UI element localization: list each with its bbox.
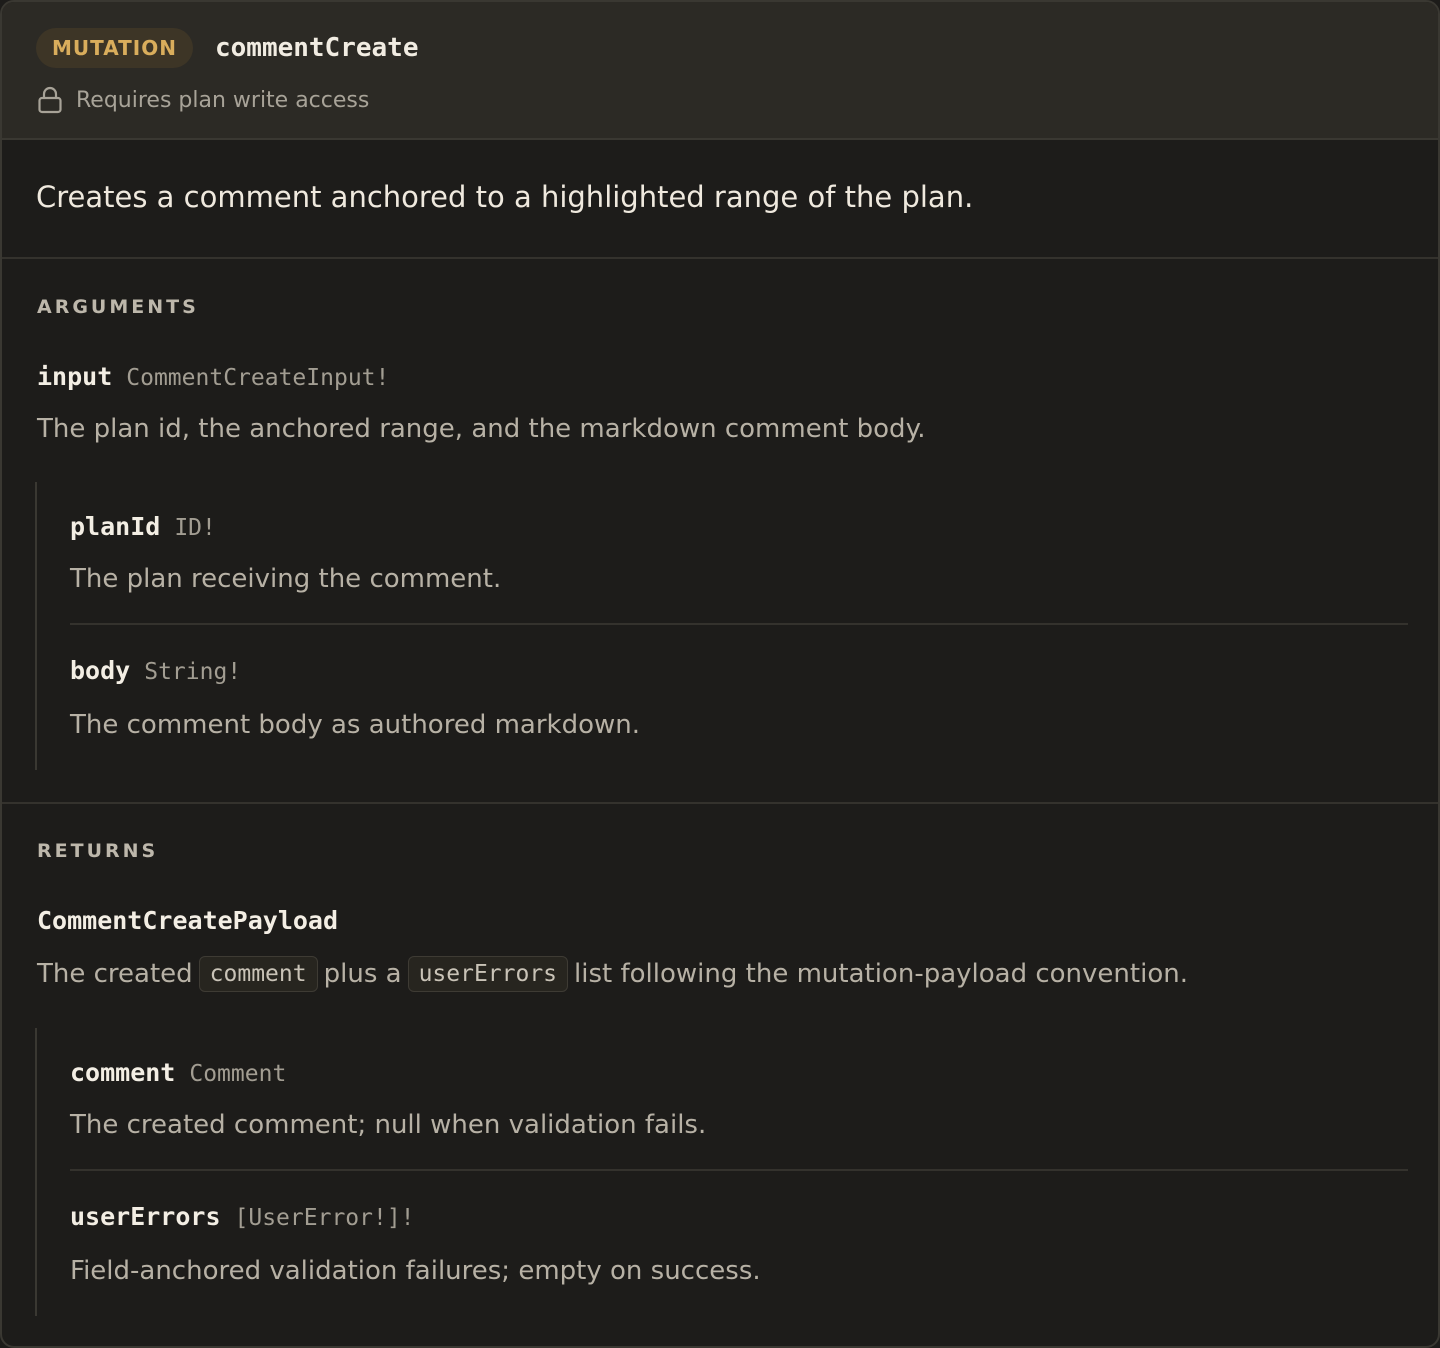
field-name: planId: [70, 512, 161, 541]
field-divider: [70, 623, 1408, 625]
return-type-name: CommentCreatePayload: [37, 906, 339, 935]
return-desc-text: plus a: [323, 959, 402, 989]
return-type-head: CommentCreatePayload: [37, 906, 338, 935]
operation-name: commentCreate: [214, 33, 419, 63]
field-description: Field-anchored validation failures; empt…: [70, 1256, 761, 1286]
inline-code-user-errors: userErrors: [407, 956, 569, 992]
section-divider: [2, 802, 1438, 804]
argument-description: The plan id, the anchored range, and the…: [37, 414, 926, 444]
return-description: The created comment plus a userErrors li…: [37, 956, 1188, 992]
arguments-heading: ARGUMENTS: [37, 296, 199, 318]
field-type: ID!: [174, 515, 216, 541]
mutation-doc-card: MUTATION commentCreate Requires plan wri…: [0, 0, 1440, 1348]
nested-fields-bar: [35, 1028, 37, 1316]
field-description: The comment body as authored markdown.: [70, 710, 641, 740]
inline-code-comment: comment: [198, 956, 318, 992]
access-requirement: Requires plan write access: [36, 84, 369, 116]
field-name: comment: [70, 1058, 176, 1087]
field-divider: [70, 1169, 1408, 1171]
input-field-plan-id-head: planId ID!: [70, 512, 216, 541]
mutation-header: MUTATION commentCreate Requires plan wri…: [2, 2, 1438, 140]
header-title-row: MUTATION commentCreate: [36, 28, 418, 68]
mutation-summary: Creates a comment anchored to a highligh…: [36, 180, 974, 214]
mutation-badge: MUTATION: [36, 28, 193, 68]
nested-fields-bar: [35, 482, 37, 770]
return-field-comment-head: comment Comment: [70, 1058, 286, 1087]
field-name: userErrors: [70, 1202, 221, 1231]
field-type: [UserError!]!: [234, 1205, 415, 1231]
input-field-body-head: body String!: [70, 656, 241, 685]
field-description: The created comment; null when validatio…: [70, 1110, 707, 1140]
field-type: String!: [144, 659, 242, 685]
field-type: Comment: [189, 1061, 287, 1087]
returns-heading: RETURNS: [37, 840, 159, 862]
return-field-user-errors-head: userErrors [UserError!]!: [70, 1202, 415, 1231]
lock-icon: [36, 85, 64, 115]
field-name: body: [70, 656, 131, 685]
argument-name: input: [37, 362, 113, 391]
argument-type: CommentCreateInput!: [126, 365, 390, 391]
return-desc-text: list following the mutation-payload conv…: [574, 959, 1188, 989]
access-note: Requires plan write access: [76, 87, 370, 113]
return-desc-text: The created: [37, 959, 193, 989]
section-divider: [2, 257, 1438, 259]
field-description: The plan receiving the comment.: [70, 564, 502, 594]
argument-input-head: input CommentCreateInput!: [37, 362, 389, 391]
